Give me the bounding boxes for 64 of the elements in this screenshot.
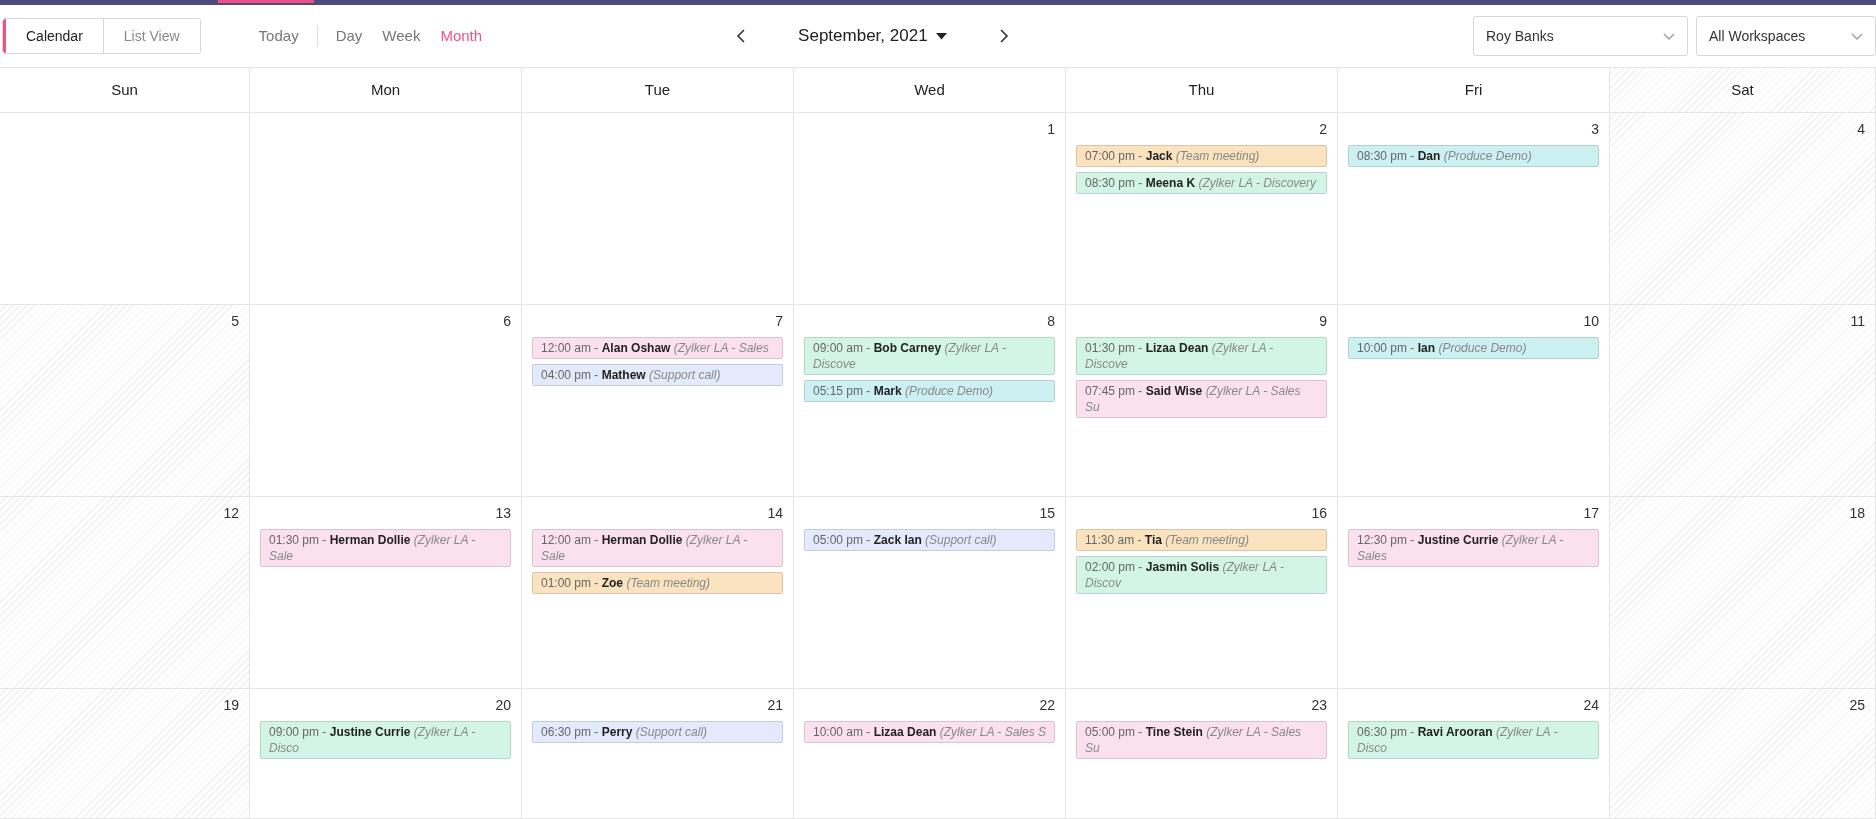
event-chip[interactable]: 01:30 pm - Lizaa Dean (Zylker LA - Discove: [1076, 337, 1327, 375]
day-number: 3: [1591, 120, 1599, 139]
day-number: 6: [503, 312, 511, 331]
weekday-header: Sat: [1610, 67, 1876, 113]
chevron-down-icon: [1663, 32, 1675, 40]
day-number: 2: [1319, 120, 1327, 139]
event-chip[interactable]: 01:00 pm - Zoe (Team meeting): [532, 572, 783, 594]
event-chip[interactable]: 10:00 am - Lizaa Dean (Zylker LA - Sales S: [804, 721, 1055, 743]
day-number: 4: [1857, 120, 1865, 139]
day-number: 21: [767, 696, 783, 715]
day-number: 10: [1583, 312, 1599, 331]
day-number: 22: [1039, 696, 1055, 715]
event-chip[interactable]: 07:45 pm - Said Wise (Zylker LA - Sales Su: [1076, 380, 1327, 418]
event-chip[interactable]: 02:00 pm - Jasmin Solis (Zylker LA - Discov: [1076, 556, 1327, 594]
day-number: 9: [1319, 312, 1327, 331]
range-tab[interactable]: Day: [325, 24, 373, 48]
weekday-header: Sun: [0, 67, 250, 113]
user-select[interactable]: Roy Banks: [1473, 16, 1688, 56]
event-chip[interactable]: 05:00 pm - Tine Stein (Zylker LA - Sales Su: [1076, 721, 1327, 759]
day-number: 17: [1583, 504, 1599, 523]
day-number: 24: [1583, 696, 1599, 715]
day-number: 12: [223, 504, 239, 523]
day-number: 19: [223, 696, 239, 715]
day-number: 25: [1849, 696, 1865, 715]
day-number: 15: [1039, 504, 1055, 523]
event-chip[interactable]: 12:00 am - Alan Oshaw (Zylker LA - Sales: [532, 337, 783, 359]
event-chip[interactable]: 08:30 pm - Meena K (Zylker LA - Discovery: [1076, 172, 1327, 194]
chevron-down-icon: [1851, 32, 1863, 40]
event-chip[interactable]: 04:00 pm - Mathew (Support call): [532, 364, 783, 386]
weekday-header: Mon: [250, 67, 522, 113]
day-number: 18: [1849, 504, 1865, 523]
event-chip[interactable]: 05:15 pm - Mark (Produce Demo): [804, 380, 1055, 402]
day-number: 1: [1047, 120, 1055, 139]
day-number: 14: [767, 504, 783, 523]
event-chip[interactable]: 06:30 pm - Perry (Support call): [532, 721, 783, 743]
day-number: 5: [231, 312, 239, 331]
event-chip[interactable]: 08:30 pm - Dan (Produce Demo): [1348, 145, 1599, 167]
event-chip[interactable]: 09:00 am - Bob Carney (Zylker LA - Discove: [804, 337, 1055, 375]
day-number: 8: [1047, 312, 1055, 331]
weekday-header: Fri: [1338, 67, 1610, 113]
month-picker[interactable]: September, 2021: [792, 22, 953, 50]
range-tab[interactable]: Week: [372, 24, 431, 48]
event-chip[interactable]: 12:30 pm - Justine Currie (Zylker LA - Sales: [1348, 529, 1599, 567]
event-chip[interactable]: 12:00 am - Herman Dollie (Zylker LA - Sale: [532, 529, 783, 567]
day-number: 20: [495, 696, 511, 715]
event-chip[interactable]: 05:00 pm - Zack Ian (Support call): [804, 529, 1055, 551]
caret-icon: [935, 32, 947, 40]
event-chip[interactable]: 06:30 pm - Ravi Arooran (Zylker LA - Disco: [1348, 721, 1599, 759]
weekday-header: Tue: [522, 67, 794, 113]
weekday-header: Wed: [794, 67, 1066, 113]
weekday-header: Thu: [1066, 67, 1338, 113]
event-chip[interactable]: 11:30 am - Tia (Team meeting): [1076, 529, 1327, 551]
day-number: 7: [775, 312, 783, 331]
event-chip[interactable]: 07:00 pm - Jack (Team meeting): [1076, 145, 1327, 167]
view-tab[interactable]: List View: [102, 19, 200, 53]
event-chip[interactable]: 10:00 pm - Ian (Produce Demo): [1348, 337, 1599, 359]
workspace-select[interactable]: All Workspaces: [1696, 16, 1876, 56]
day-number: 13: [495, 504, 511, 523]
event-chip[interactable]: 09:00 pm - Justine Currie (Zylker LA - Disco: [260, 721, 511, 759]
day-number: 16: [1311, 504, 1327, 523]
today-button[interactable]: Today: [248, 24, 309, 48]
day-number: 11: [1850, 312, 1865, 331]
event-chip[interactable]: 01:30 pm - Herman Dollie (Zylker LA - Sale: [260, 529, 511, 567]
day-number: 23: [1311, 696, 1327, 715]
